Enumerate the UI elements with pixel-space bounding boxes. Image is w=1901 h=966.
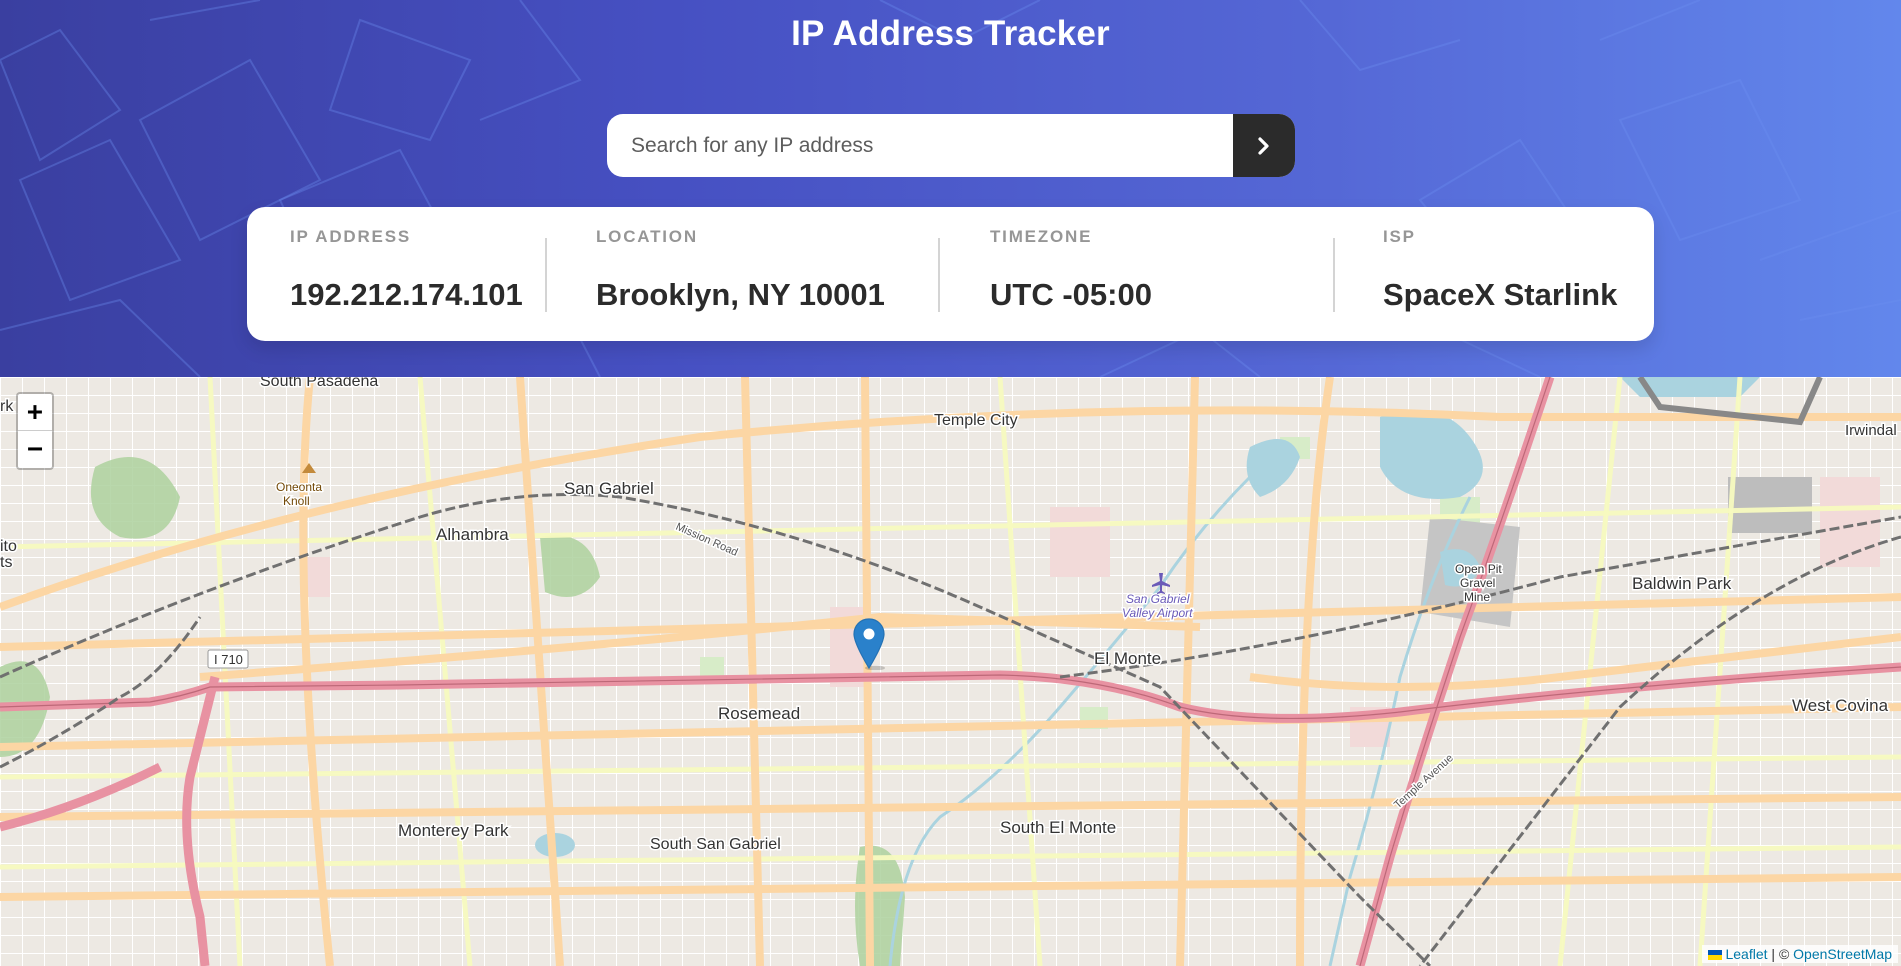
- zoom-control: + −: [16, 392, 54, 470]
- ip-search-input[interactable]: [607, 114, 1229, 177]
- page-title: IP Address Tracker: [791, 14, 1110, 53]
- place-label: South Pasadena: [260, 377, 378, 390]
- leaflet-link-label: Leaflet: [1725, 946, 1768, 962]
- place-label: rk: [0, 398, 14, 415]
- place-label: Alhambra: [436, 525, 509, 544]
- search-bar: [607, 114, 1295, 177]
- location-value: Brooklyn, NY 10001: [596, 277, 885, 312]
- divider: [938, 238, 940, 312]
- location-label: LOCATION: [596, 227, 698, 246]
- zoom-in-button[interactable]: +: [18, 394, 52, 430]
- place-label: Gravel: [1460, 576, 1495, 590]
- place-label: Temple City: [934, 412, 1018, 429]
- ukraine-flag-icon: [1708, 950, 1723, 960]
- place-label: San Gabriel: [564, 479, 654, 498]
- chevron-right-icon: [1258, 136, 1269, 155]
- place-label: ts: [0, 554, 12, 571]
- zoom-out-button[interactable]: −: [18, 430, 52, 468]
- place-label: Irwindal: [1845, 422, 1897, 439]
- map-view[interactable]: South Pasadena Temple City Irwindal Oneo…: [0, 377, 1901, 966]
- ip-address-label: IP ADDRESS: [290, 227, 411, 246]
- openstreetmap-link[interactable]: OpenStreetMap: [1793, 946, 1892, 962]
- leaflet-link[interactable]: Leaflet: [1708, 946, 1771, 962]
- place-label: South San Gabriel: [650, 836, 781, 853]
- header-banner: IP Address Tracker IP ADDRESS 192.212.17…: [0, 0, 1901, 377]
- place-label: San Gabriel: [1126, 592, 1190, 606]
- place-label: Knoll: [283, 494, 310, 508]
- place-label: West Covina: [1792, 696, 1889, 715]
- isp-value: SpaceX Starlink: [1383, 277, 1618, 312]
- isp-label: ISP: [1383, 227, 1416, 246]
- location-marker-icon[interactable]: [853, 618, 885, 670]
- place-label: Baldwin Park: [1632, 574, 1732, 593]
- map-attribution: Leaflet | © OpenStreetMap: [1702, 945, 1898, 963]
- place-label: Mine: [1464, 590, 1490, 604]
- place-label: Rosemead: [718, 704, 800, 723]
- search-submit-button[interactable]: [1233, 114, 1295, 177]
- place-label: Monterey Park: [398, 821, 509, 840]
- place-label: South El Monte: [1000, 818, 1116, 837]
- timezone-value: UTC -05:00: [990, 277, 1152, 312]
- ip-info-card: IP ADDRESS 192.212.174.101 LOCATION Broo…: [247, 207, 1654, 341]
- place-label: El Monte: [1094, 649, 1161, 668]
- place-label: Valley Airport: [1122, 606, 1193, 620]
- map-tiles[interactable]: South Pasadena Temple City Irwindal Oneo…: [0, 377, 1901, 966]
- highway-shield: I 710: [214, 652, 243, 667]
- timezone-label: TIMEZONE: [990, 227, 1093, 246]
- divider: [1333, 238, 1335, 312]
- place-label: ito: [0, 538, 17, 555]
- place-label: Open Pit: [1455, 562, 1502, 576]
- attribution-separator: | ©: [1771, 946, 1790, 962]
- ip-address-value: 192.212.174.101: [290, 277, 523, 312]
- place-label: Oneonta: [276, 480, 322, 494]
- divider: [545, 238, 547, 312]
